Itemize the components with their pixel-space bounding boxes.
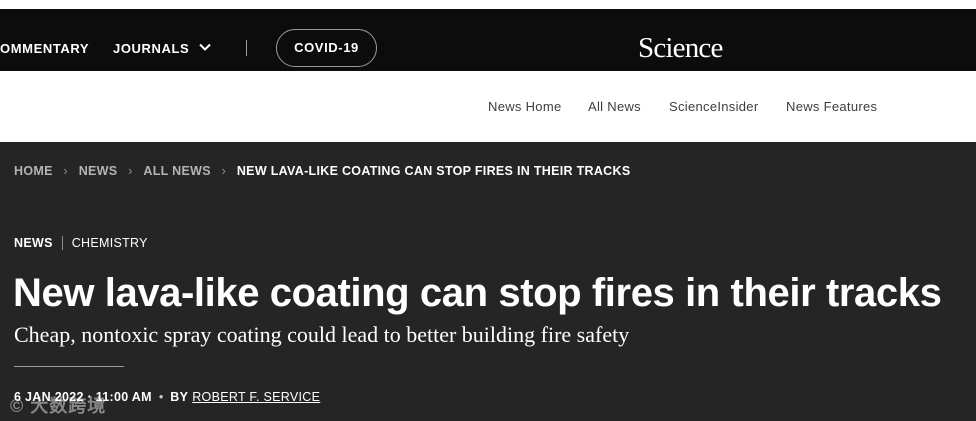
article-headline: New lava-like coating can stop fires in … bbox=[13, 271, 942, 315]
breadcrumb-home[interactable]: HOME bbox=[14, 164, 53, 178]
nav-commentary-link[interactable]: OMMENTARY bbox=[0, 41, 89, 56]
kicker-divider bbox=[61, 235, 63, 250]
science-logo[interactable]: Science bbox=[638, 32, 723, 65]
by-label: BY bbox=[170, 390, 189, 404]
news-features-link[interactable]: News Features bbox=[786, 99, 877, 114]
chevron-right-icon: › bbox=[221, 163, 227, 179]
covid-19-button[interactable]: COVID-19 bbox=[276, 29, 377, 67]
scienceinsider-link[interactable]: ScienceInsider bbox=[669, 99, 758, 114]
subject-label[interactable]: CHEMISTRY bbox=[72, 236, 148, 250]
chevron-down-icon[interactable] bbox=[198, 40, 212, 54]
breadcrumb-all-news[interactable]: ALL NEWS bbox=[143, 164, 210, 178]
article-dek: Cheap, nontoxic spray coating could lead… bbox=[14, 322, 630, 347]
chevron-right-icon: › bbox=[63, 163, 69, 179]
primary-nav: OMMENTARY JOURNALS COVID-19 Science bbox=[0, 0, 976, 71]
chevron-right-icon: › bbox=[128, 163, 133, 179]
breadcrumb-current: NEW LAVA-LIKE COATING CAN STOP FIRES IN … bbox=[236, 163, 631, 178]
byline-separator: • bbox=[158, 390, 164, 404]
nav-divider bbox=[246, 40, 247, 56]
section-label[interactable]: NEWS bbox=[14, 236, 53, 250]
news-home-link[interactable]: News Home bbox=[488, 99, 562, 114]
nav-journals-link[interactable]: JOURNALS bbox=[113, 41, 189, 56]
watermark: © 大数跨境 bbox=[10, 396, 107, 416]
breadcrumb: HOME › NEWS › ALL NEWS › NEW LAVA-LIKE COATING… bbox=[14, 162, 630, 178]
all-news-link[interactable]: All News bbox=[588, 99, 641, 114]
article-kicker: NEWS CHEMISTRY bbox=[14, 234, 148, 252]
section-nav: News Home All News ScienceInsider News F… bbox=[0, 71, 976, 142]
divider bbox=[14, 366, 124, 367]
author-link[interactable]: ROBERT F. SERVICE bbox=[192, 390, 320, 404]
breadcrumb-news[interactable]: NEWS bbox=[79, 164, 118, 178]
